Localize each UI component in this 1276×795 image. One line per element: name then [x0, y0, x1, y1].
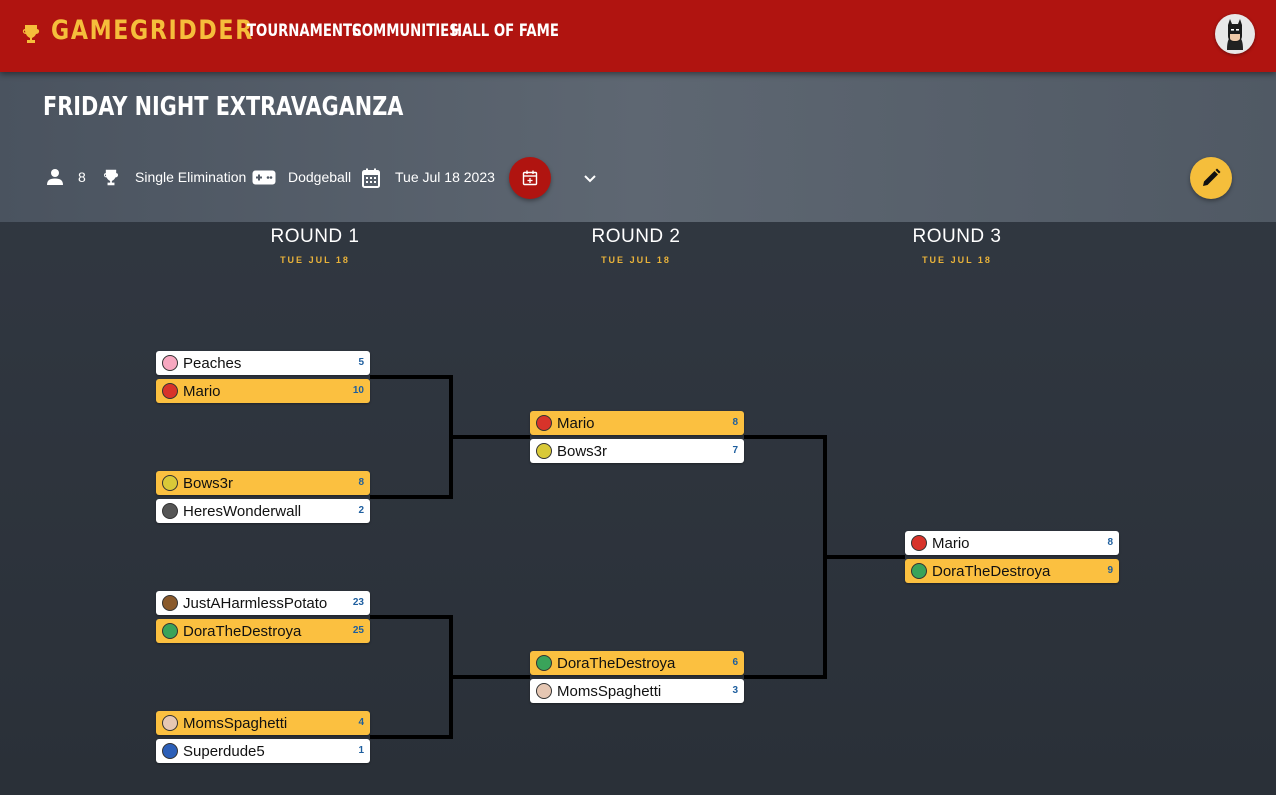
player-avatar [536, 415, 552, 431]
tournament-format: Single Elimination [135, 169, 247, 185]
nav-link-communities[interactable]: COMMUNITIES [352, 21, 459, 41]
player-slot[interactable]: MomsSpaghetti 4 [156, 711, 370, 735]
player-slot[interactable]: Bows3r 8 [156, 471, 370, 495]
tournament-date: Tue Jul 18 2023 [395, 169, 495, 185]
player-score: 7 [732, 445, 738, 456]
player-name: Bows3r [183, 475, 234, 492]
player-avatar [911, 563, 927, 579]
player-score: 5 [358, 357, 364, 368]
player-name: Mario [183, 383, 221, 400]
player-slot[interactable]: Mario 8 [905, 531, 1119, 555]
player-avatar [162, 715, 178, 731]
add-to-calendar-button[interactable] [509, 157, 551, 199]
player-name: MomsSpaghetti [557, 683, 662, 700]
round-title: ROUND 2 [591, 226, 681, 247]
calendar-icon [362, 168, 380, 188]
player-avatar [536, 655, 552, 671]
player-name: JustAHarmlessPotato [183, 595, 328, 612]
player-score: 23 [352, 597, 364, 608]
round-title: ROUND 1 [270, 226, 360, 247]
player-avatar [162, 475, 178, 491]
trophy-icon [22, 25, 40, 43]
nav-link-tournaments[interactable]: TOURNAMENTS [247, 21, 362, 41]
player-avatar [911, 535, 927, 551]
player-name: HeresWonderwall [183, 503, 302, 520]
player-avatar [162, 503, 178, 519]
player-slot[interactable]: DoraTheDestroya 25 [156, 619, 370, 643]
player-count: 8 [78, 169, 86, 185]
player-name: Bows3r [557, 443, 608, 460]
chevron-down-icon[interactable] [582, 170, 598, 186]
player-score: 6 [732, 657, 738, 668]
player-score: 25 [352, 625, 364, 636]
player-score: 1 [358, 745, 364, 756]
player-slot[interactable]: Mario 8 [530, 411, 744, 435]
player-score: 8 [1107, 537, 1113, 548]
player-name: DoraTheDestroya [932, 563, 1051, 580]
match-r2-1: Mario 8 Bows3r 7 [530, 411, 744, 467]
player-name: MomsSpaghetti [183, 715, 288, 732]
player-avatar [536, 443, 552, 459]
player-slot[interactable]: Bows3r 7 [530, 439, 744, 463]
player-slot[interactable]: Peaches 5 [156, 351, 370, 375]
player-avatar [162, 355, 178, 371]
trophy-icon [103, 169, 119, 186]
player-name: Superdude5 [183, 743, 265, 760]
player-avatar [162, 595, 178, 611]
player-avatar [536, 683, 552, 699]
player-slot[interactable]: JustAHarmlessPotato 23 [156, 591, 370, 615]
player-score: 4 [358, 717, 364, 728]
round-date: TUE JUL 18 [601, 255, 671, 265]
game-name: Dodgeball [288, 169, 352, 185]
tournament-title: FRIDAY NIGHT EXTRAVAGANZA [43, 92, 404, 122]
round-header-1: ROUND 1 TUE JUL 18 [215, 226, 415, 265]
player-slot[interactable]: MomsSpaghetti 3 [530, 679, 744, 703]
round-date: TUE JUL 18 [922, 255, 992, 265]
round-header-3: ROUND 3 TUE JUL 18 [857, 226, 1057, 265]
calendar-add-icon [522, 170, 538, 186]
player-slot[interactable]: Superdude5 1 [156, 739, 370, 763]
match-r1-1: Peaches 5 Mario 10 [156, 351, 370, 407]
player-slot[interactable]: Mario 10 [156, 379, 370, 403]
brand-logo[interactable]: GAMEGRIDDER [51, 15, 254, 46]
edit-button[interactable] [1190, 157, 1232, 199]
player-avatar [162, 743, 178, 759]
round-date: TUE JUL 18 [280, 255, 350, 265]
match-r1-4: MomsSpaghetti 4 Superdude5 1 [156, 711, 370, 767]
player-score: 10 [352, 385, 364, 396]
gamepad-icon [252, 170, 276, 185]
person-icon [47, 169, 63, 185]
match-r3-final: Mario 8 DoraTheDestroya 9 [905, 531, 1119, 587]
player-score: 2 [358, 505, 364, 516]
player-score: 8 [732, 417, 738, 428]
player-score: 8 [358, 477, 364, 488]
top-navbar: GAMEGRIDDER TOURNAMENTS COMMUNITIES HALL… [0, 0, 1276, 72]
player-name: Peaches [183, 355, 242, 372]
tournament-header: FRIDAY NIGHT EXTRAVAGANZA 8 Single Elimi… [0, 72, 1276, 222]
player-slot[interactable]: HeresWonderwall 2 [156, 499, 370, 523]
pencil-icon [1203, 168, 1221, 186]
player-score: 9 [1107, 565, 1113, 576]
player-score: 3 [732, 685, 738, 696]
nav-link-hall-of-fame[interactable]: HALL OF FAME [451, 21, 559, 41]
player-slot[interactable]: DoraTheDestroya 6 [530, 651, 744, 675]
player-avatar [162, 383, 178, 399]
player-name: DoraTheDestroya [183, 623, 302, 640]
player-avatar [162, 623, 178, 639]
player-name: Mario [932, 535, 970, 552]
match-r1-2: Bows3r 8 HeresWonderwall 2 [156, 471, 370, 527]
round-header-2: ROUND 2 TUE JUL 18 [536, 226, 736, 265]
player-slot[interactable]: DoraTheDestroya 9 [905, 559, 1119, 583]
player-name: Mario [557, 415, 595, 432]
match-r1-3: JustAHarmlessPotato 23 DoraTheDestroya 25 [156, 591, 370, 647]
batman-avatar-icon [1227, 19, 1243, 50]
round-title: ROUND 3 [912, 226, 1002, 247]
match-r2-2: DoraTheDestroya 6 MomsSpaghetti 3 [530, 651, 744, 707]
player-name: DoraTheDestroya [557, 655, 676, 672]
user-avatar[interactable] [1215, 14, 1255, 54]
